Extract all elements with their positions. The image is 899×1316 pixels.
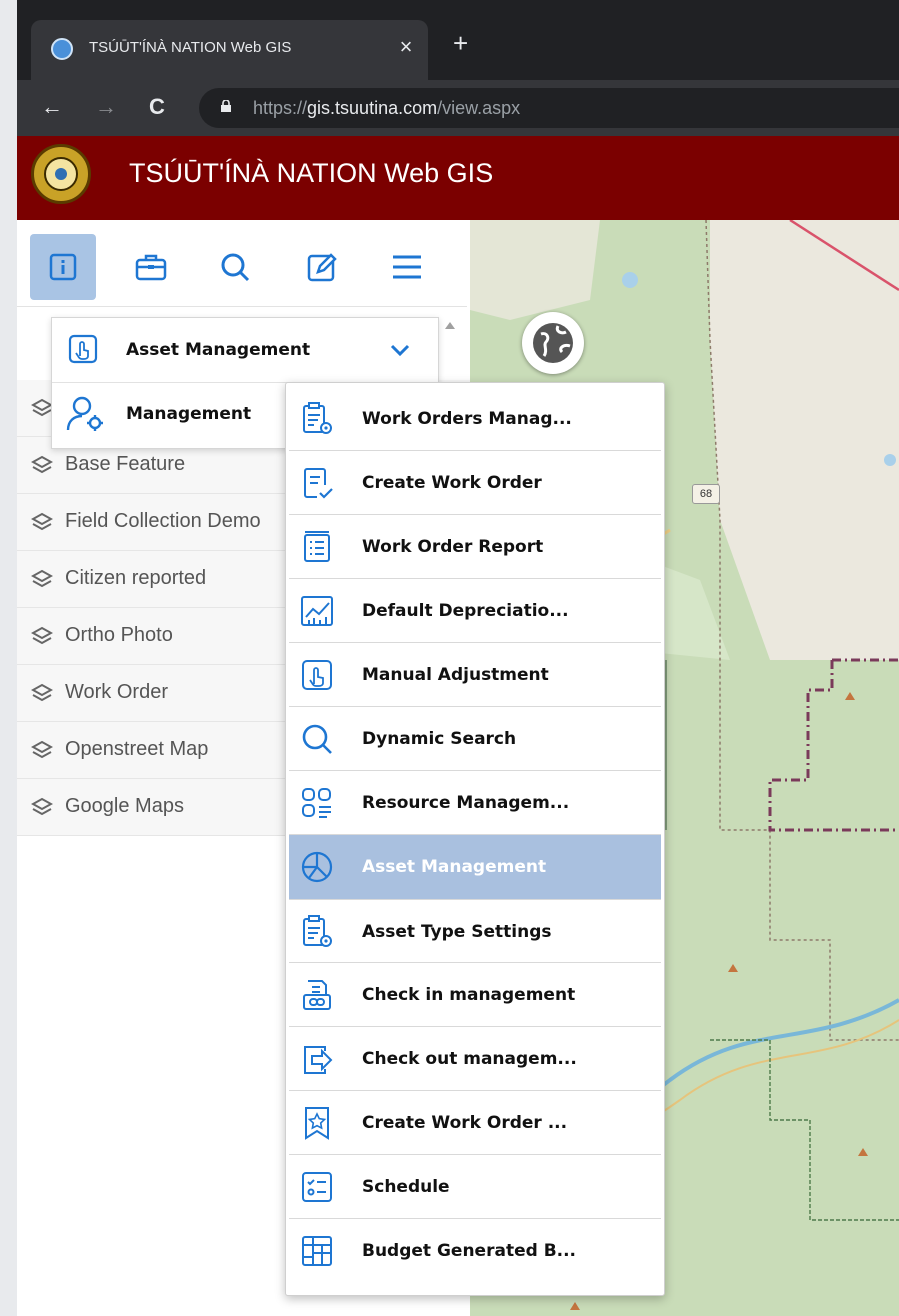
lock-icon <box>221 100 231 112</box>
menu-item-work-orders-management[interactable]: Work Orders Manag... <box>289 387 661 451</box>
info-icon <box>49 253 77 281</box>
layer-label: Ortho Photo <box>65 624 173 646</box>
module-select[interactable]: Asset Management <box>52 318 438 383</box>
menu-item-work-order-report[interactable]: Work Order Report <box>289 515 661 579</box>
url-text: https://gis.tsuutina.com/view.aspx <box>253 98 520 119</box>
list-report-icon <box>304 531 330 562</box>
tab-strip: TSÚŪT'ÍNÀ NATION Web GIS × + <box>17 0 899 82</box>
menu-item-dynamic-search[interactable]: Dynamic Search <box>289 707 661 771</box>
clipboard-gear-icon <box>303 915 332 947</box>
layers-icon <box>30 569 54 594</box>
menu-button[interactable] <box>374 234 440 300</box>
layers-icon <box>30 626 54 651</box>
menu-item-default-depreciation[interactable]: Default Depreciatio... <box>289 579 661 643</box>
tab-title: TSÚŪT'ÍNÀ NATION Web GIS <box>89 39 292 56</box>
pie-chart-icon <box>301 851 333 883</box>
edit-button[interactable] <box>289 234 355 300</box>
menu-item-label: Manual Adjustment <box>362 665 549 685</box>
browser-toolbar: ← → C https://gis.tsuutina.com/view.aspx <box>17 80 899 136</box>
menu-item-label: Default Depreciatio... <box>362 601 569 621</box>
menu-item-label: Resource Managem... <box>362 793 570 813</box>
menu-item-check-in-management[interactable]: Check in management <box>289 963 661 1027</box>
layers-icon <box>30 740 54 765</box>
menu-item-label: Create Work Order <box>362 473 542 493</box>
browser-tab[interactable]: TSÚŪT'ÍNÀ NATION Web GIS × <box>31 20 428 82</box>
layers-icon <box>30 398 54 423</box>
search-icon <box>302 724 332 754</box>
menu-item-create-work-order[interactable]: Create Work Order <box>289 451 661 515</box>
back-button[interactable]: ← <box>41 94 63 120</box>
document-check-icon <box>304 468 333 499</box>
schedule-list-icon <box>302 1172 332 1202</box>
menu-item-label: Work Order Report <box>362 537 544 557</box>
menu-icon <box>393 255 421 279</box>
menu-item-asset-management[interactable]: Asset Management <box>289 835 661 899</box>
panel-toolbar <box>17 220 467 307</box>
menu-item-asset-type-settings[interactable]: Asset Type Settings <box>289 899 661 963</box>
menu-item-check-out-management[interactable]: Check out managem... <box>289 1027 661 1091</box>
app-title: TSÚŪT'ÍNÀ NATION Web GIS <box>129 158 494 188</box>
layer-label: Field Collection Demo <box>65 510 261 532</box>
check-out-icon <box>304 1046 333 1074</box>
menu-item-label: Budget Generated B... <box>362 1241 577 1261</box>
menu-item-resource-management[interactable]: Resource Managem... <box>289 771 661 835</box>
check-in-icon <box>303 980 331 1010</box>
layer-label: Citizen reported <box>65 567 207 589</box>
menu-item-create-work-order-template[interactable]: Create Work Order ... <box>289 1091 661 1155</box>
layer-label: Google Maps <box>65 795 184 817</box>
search-icon <box>221 253 250 282</box>
tab-close-icon[interactable]: × <box>393 34 419 60</box>
scroll-up-arrow-icon[interactable] <box>445 322 455 329</box>
favicon-icon <box>51 38 73 60</box>
menu-item-label: Asset Type Settings <box>362 922 552 942</box>
management-label: Management <box>126 404 252 424</box>
globe-icon[interactable] <box>522 312 584 374</box>
layers-icon <box>30 455 54 480</box>
star-document-icon <box>305 1107 329 1140</box>
edit-icon <box>307 253 337 282</box>
briefcase-button[interactable] <box>118 234 184 300</box>
info-button[interactable] <box>30 234 96 300</box>
layer-label: Work Order <box>65 681 168 703</box>
menu-item-label: Schedule <box>362 1177 450 1197</box>
menu-item-budget-generated[interactable]: Budget Generated B... <box>289 1219 661 1283</box>
layers-icon <box>30 512 54 537</box>
url-path: /view.aspx <box>437 98 521 118</box>
app-header: TSÚŪT'ÍNÀ NATION Web GIS <box>17 136 899 220</box>
menu-item-label: Create Work Order ... <box>362 1113 568 1133</box>
layer-label: Base Feature <box>65 453 186 475</box>
browser-window: TSÚŪT'ÍNÀ NATION Web GIS × + ← → C https… <box>17 0 899 1316</box>
user-gear-icon <box>66 396 103 431</box>
grid-icon <box>302 788 331 818</box>
address-bar[interactable]: https://gis.tsuutina.com/view.aspx <box>199 88 899 128</box>
hand-pointer-icon <box>68 334 98 364</box>
road-label: 68 <box>692 484 720 504</box>
menu-item-manual-adjustment[interactable]: Manual Adjustment <box>289 643 661 707</box>
module-select-label: Asset Management <box>126 340 311 360</box>
menu-item-schedule[interactable]: Schedule <box>289 1155 661 1219</box>
search-button[interactable] <box>202 234 268 300</box>
new-tab-button[interactable]: + <box>453 30 468 56</box>
hand-pointer-icon <box>302 660 332 690</box>
forward-button[interactable]: → <box>95 94 117 120</box>
menu-item-label: Dynamic Search <box>362 729 517 749</box>
layer-label: Openstreet Map <box>65 738 209 760</box>
clipboard-gear-icon <box>303 402 332 434</box>
briefcase-icon <box>135 254 167 281</box>
reload-button[interactable]: C <box>149 94 165 120</box>
table-icon <box>302 1236 332 1266</box>
nation-logo <box>31 144 91 204</box>
menu-item-label: Check in management <box>362 985 576 1005</box>
layers-icon <box>30 683 54 708</box>
url-scheme: https:// <box>253 98 308 118</box>
url-host: gis.tsuutina.com <box>307 98 438 118</box>
chart-icon <box>301 596 333 626</box>
management-submenu: Work Orders Manag... Create Work Order W… <box>285 382 665 1296</box>
layers-icon <box>30 797 54 822</box>
menu-item-label: Work Orders Manag... <box>362 409 572 429</box>
chevron-down-icon[interactable] <box>388 338 412 362</box>
menu-item-label: Check out managem... <box>362 1049 577 1069</box>
menu-item-label: Asset Management <box>362 857 547 877</box>
